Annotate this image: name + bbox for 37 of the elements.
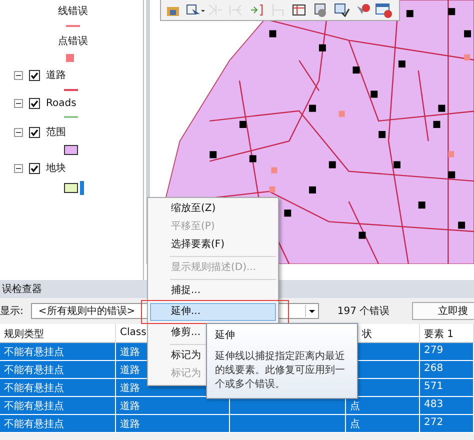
layer-name[interactable]: 道路	[46, 68, 66, 82]
layer-name[interactable]: Roads	[46, 98, 76, 109]
show-label: 显示:	[0, 305, 24, 318]
collapse-icon[interactable]	[14, 164, 23, 172]
search-now-button[interactable]: 立即搜	[412, 302, 474, 320]
table-cell: 不能有悬挂点	[0, 379, 116, 397]
table-cell: 不能有悬挂点	[0, 361, 116, 379]
checkbox[interactable]	[29, 162, 40, 174]
table-cell: 272	[420, 415, 474, 433]
table-cell: 不能有悬挂点	[0, 343, 116, 361]
menu-item[interactable]: 缩放至(Z)	[150, 200, 276, 218]
table-cell: 279	[420, 343, 474, 361]
checkbox[interactable]	[29, 126, 40, 138]
checkbox[interactable]	[29, 98, 40, 109]
table-cell: 道路	[116, 397, 230, 415]
checkbox[interactable]	[29, 70, 40, 80]
legend-label: 点错误	[58, 34, 88, 48]
table-cell: 不能有悬挂点	[0, 415, 116, 433]
collapse-icon[interactable]	[14, 99, 23, 108]
collapse-icon[interactable]	[14, 128, 23, 136]
menu-item[interactable]: 捕捉...	[150, 282, 276, 300]
collapse-icon[interactable]	[14, 70, 23, 80]
table-cell: 268	[420, 361, 474, 379]
table-cell: 道路	[116, 415, 230, 433]
table-cell: 点	[346, 397, 420, 415]
table-cell: 483	[420, 397, 474, 415]
table-cell: 571	[420, 379, 474, 397]
layer-name[interactable]: 范围	[46, 125, 66, 139]
table-cell: 不能有悬挂点	[0, 397, 116, 415]
menu-item[interactable]: 延伸...	[150, 303, 276, 321]
menu-item[interactable]: 选择要素(F)	[150, 236, 276, 254]
table-cell: 点	[346, 415, 420, 433]
legend-label: 线错误	[58, 4, 88, 18]
tool-icon[interactable]	[375, 2, 395, 18]
layer-name[interactable]: 地块	[46, 161, 66, 175]
tooltip-title: 延伸	[215, 329, 236, 342]
error-count: 197 个错误	[337, 305, 390, 318]
